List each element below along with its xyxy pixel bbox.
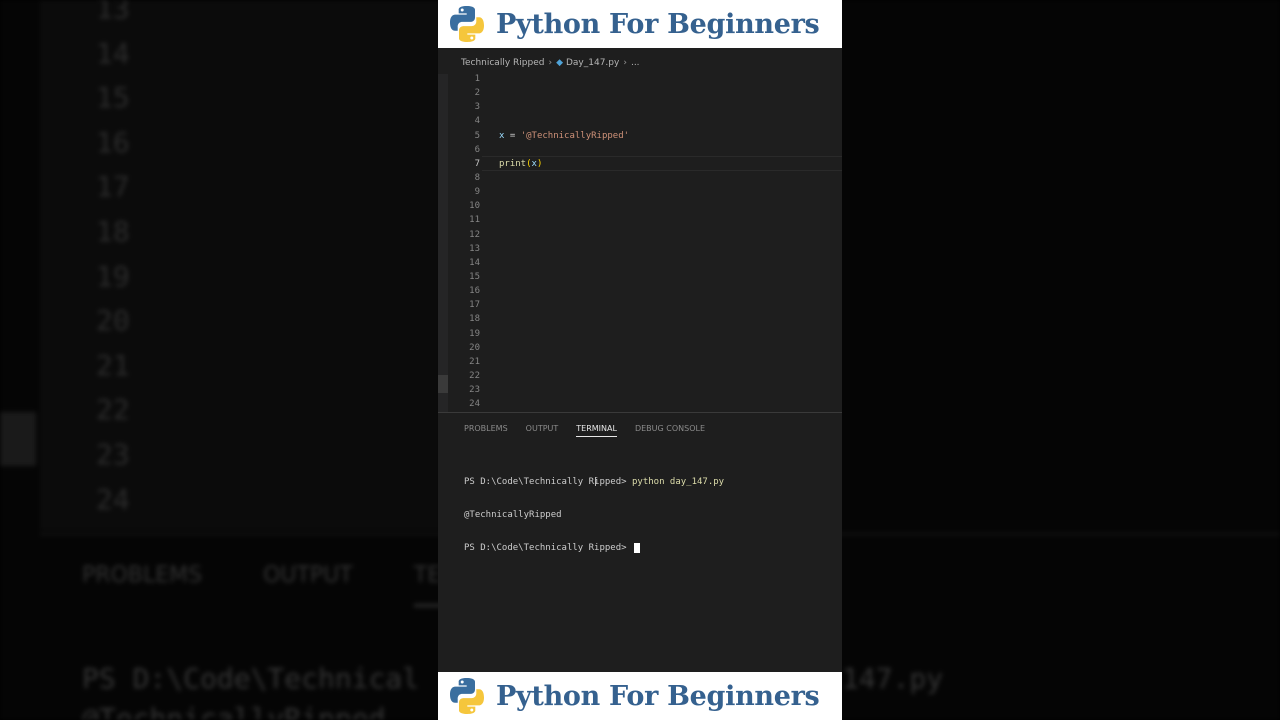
line-number: 5 [474, 130, 480, 141]
top-banner: Python For Beginners [438, 0, 842, 48]
python-file-icon: ◆ [556, 58, 563, 68]
bg-tab: TE [413, 563, 442, 588]
line-number: 7 [474, 158, 480, 169]
chevron-right-icon: › [623, 58, 627, 68]
bg-highlight-band [0, 412, 36, 466]
bottom-banner: Python For Beginners [438, 672, 842, 720]
python-logo-icon [450, 6, 484, 42]
bg-line-number: 19 [96, 259, 130, 293]
line-number: 14 [469, 257, 480, 268]
code-editor[interactable]: Technically Ripped › ◆ Day_147.py › ... … [438, 50, 842, 412]
bg-line-number: 22 [96, 393, 130, 427]
scroll-marker[interactable] [438, 375, 448, 393]
breadcrumb-more[interactable]: ... [631, 58, 640, 68]
banner-title: Python For Beginners [496, 680, 820, 712]
line-number: 2 [474, 88, 480, 99]
line-number: 18 [469, 314, 480, 325]
breadcrumb-folder[interactable]: Technically Ripped [461, 58, 544, 68]
tab-output[interactable]: OUTPUT [526, 424, 559, 437]
line-number: 6 [474, 144, 480, 155]
python-logo-icon [450, 678, 484, 714]
terminal-cursor [633, 542, 640, 553]
line-number: 20 [469, 342, 480, 353]
line-number-gutter: 1 2 3 4 5 6 7 8 9 10 11 12 13 14 15 16 17 18 19 20 21 22 23 24 [448, 72, 480, 411]
line-number: 4 [474, 116, 480, 127]
code-token-operator: = [504, 130, 521, 141]
line-number: 1 [474, 74, 480, 84]
banner-title: Python For Beginners [496, 8, 820, 40]
bg-line-number: 18 [96, 215, 130, 248]
terminal[interactable]: PS D:\Code\Technically Ripped> python da… [464, 456, 724, 575]
code-line-7[interactable]: print(x) [499, 157, 542, 171]
terminal-command: python day_147.py [631, 477, 725, 487]
line-number: 17 [469, 300, 480, 311]
line-number: 15 [469, 271, 480, 282]
bg-tabs: PROBLEMS OUTPUT TE [82, 563, 495, 588]
panel-tabs: PROBLEMS OUTPUT TERMINAL DEBUG CONSOLE [464, 424, 723, 437]
breadcrumb: Technically Ripped › ◆ Day_147.py › ... [461, 58, 640, 68]
activity-strip [438, 74, 448, 412]
bg-line-number: 17 [96, 170, 130, 204]
line-number: 24 [469, 399, 480, 410]
bg-terminal-line: @TechnicallyRipped [82, 702, 386, 720]
terminal-prompt: PS D:\Code\Technically Ripped> [464, 477, 632, 487]
bg-line-number: 20 [96, 304, 130, 338]
bottom-panel: PROBLEMS OUTPUT TERMINAL DEBUG CONSOLE P… [438, 412, 842, 673]
line-number: 9 [474, 187, 480, 198]
chevron-right-icon: › [548, 58, 553, 68]
line-number: 11 [469, 215, 480, 226]
video-frame: Python For Beginners Technically Ripped … [438, 0, 842, 720]
bg-tab: PROBLEMS [82, 563, 203, 588]
terminal-line: PS D:\Code\Technically Ripped> [464, 542, 724, 555]
bg-line-number: 16 [96, 125, 130, 159]
mouse-ibeam-cursor-icon [595, 477, 596, 486]
code-area[interactable]: x = '@TechnicallyRipped' print(x) [499, 72, 629, 169]
line-number: 16 [469, 286, 480, 297]
line-number: 10 [469, 201, 480, 212]
tab-terminal[interactable]: TERMINAL [576, 424, 617, 437]
code-line-5[interactable]: x = '@TechnicallyRipped' [499, 129, 629, 143]
line-number: 22 [469, 370, 480, 381]
bg-terminal-line: PS D:\Code\Technical [82, 662, 420, 695]
bg-terminal-line-end: 147.py [842, 662, 944, 695]
line-number: 19 [469, 328, 480, 339]
bg-line-number: 23 [96, 438, 130, 471]
line-number: 3 [474, 102, 480, 113]
breadcrumb-file[interactable]: Day_147.py [566, 58, 619, 68]
line-number: 21 [469, 356, 480, 367]
code-token-function: print [499, 158, 527, 169]
bg-line-number: 24 [96, 482, 130, 516]
line-number: 12 [469, 229, 480, 240]
code-token-paren: ) [536, 158, 543, 169]
terminal-prompt: PS D:\Code\Technically Ripped> [464, 543, 632, 553]
bg-line-number: 14 [96, 36, 130, 70]
line-number: 23 [469, 385, 480, 396]
bg-line-number: 21 [96, 348, 130, 382]
tab-problems[interactable]: PROBLEMS [464, 424, 508, 437]
code-token-string: '@TechnicallyRipped' [520, 130, 630, 141]
bg-line-number: 13 [96, 0, 130, 25]
terminal-output: @TechnicallyRipped [464, 510, 562, 520]
line-number: 13 [469, 243, 480, 254]
tab-debug-console[interactable]: DEBUG CONSOLE [635, 424, 705, 437]
bg-line-number: 15 [96, 81, 130, 115]
line-number: 8 [474, 172, 480, 183]
bg-tab: OUTPUT [263, 563, 353, 588]
